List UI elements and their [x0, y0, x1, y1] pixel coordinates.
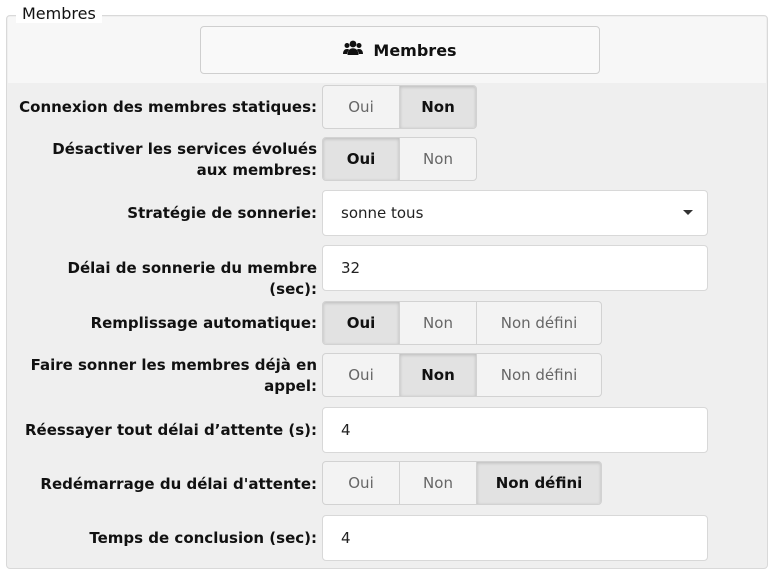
disable-advanced-oui[interactable]: Oui	[323, 138, 400, 180]
disable-advanced-label: Désactiver les services évolués aux memb…	[52, 140, 317, 179]
ring-delay-input[interactable]: 32	[322, 245, 708, 291]
timeout-restart-label: Redémarrage du délai d'attente:	[40, 475, 317, 493]
static-login-toggle: Oui Non	[322, 85, 477, 129]
static-login-label: Connexion des membres statiques:	[19, 98, 317, 116]
members-button[interactable]: Membres	[200, 26, 600, 74]
autofill-toggle: Oui Non Non défini	[322, 301, 602, 345]
caret-down-icon	[683, 210, 693, 215]
ring-in-use-oui[interactable]: Oui	[323, 354, 400, 396]
users-icon	[343, 40, 373, 60]
timeout-restart-non-defini[interactable]: Non défini	[477, 462, 601, 504]
ring-strategy-label: Stratégie de sonnerie:	[127, 204, 317, 222]
wrapup-label: Temps de conclusion (sec):	[89, 529, 317, 547]
members-button-label: Membres	[373, 40, 457, 60]
static-login-non[interactable]: Non	[400, 86, 476, 128]
ring-in-use-non-defini[interactable]: Non défini	[477, 354, 601, 396]
wrapup-input[interactable]: 4	[322, 515, 708, 561]
fieldset-legend: Membres	[16, 4, 102, 23]
autofill-non-defini[interactable]: Non défini	[477, 302, 601, 344]
timeout-restart-non[interactable]: Non	[400, 462, 477, 504]
ring-strategy-value: sonne tous	[341, 204, 424, 222]
autofill-oui[interactable]: Oui	[323, 302, 400, 344]
autofill-label: Remplissage automatique:	[90, 314, 317, 332]
retry-input[interactable]: 4	[322, 407, 708, 453]
ring-strategy-select[interactable]: sonne tous	[322, 190, 708, 236]
disable-advanced-toggle: Oui Non	[322, 137, 477, 181]
ring-in-use-non[interactable]: Non	[400, 354, 477, 396]
autofill-non[interactable]: Non	[400, 302, 477, 344]
timeout-restart-toggle: Oui Non Non défini	[322, 461, 602, 505]
ring-delay-label: Délai de sonnerie du membre (sec):	[67, 259, 317, 298]
static-login-oui[interactable]: Oui	[323, 86, 400, 128]
disable-advanced-non[interactable]: Non	[400, 138, 476, 180]
retry-label: Réessayer tout délai d’attente (s):	[24, 421, 317, 439]
ring-in-use-label: Faire sonner les membres déjà en appel:	[30, 356, 317, 395]
ring-in-use-toggle: Oui Non Non défini	[322, 353, 602, 397]
timeout-restart-oui[interactable]: Oui	[323, 462, 400, 504]
